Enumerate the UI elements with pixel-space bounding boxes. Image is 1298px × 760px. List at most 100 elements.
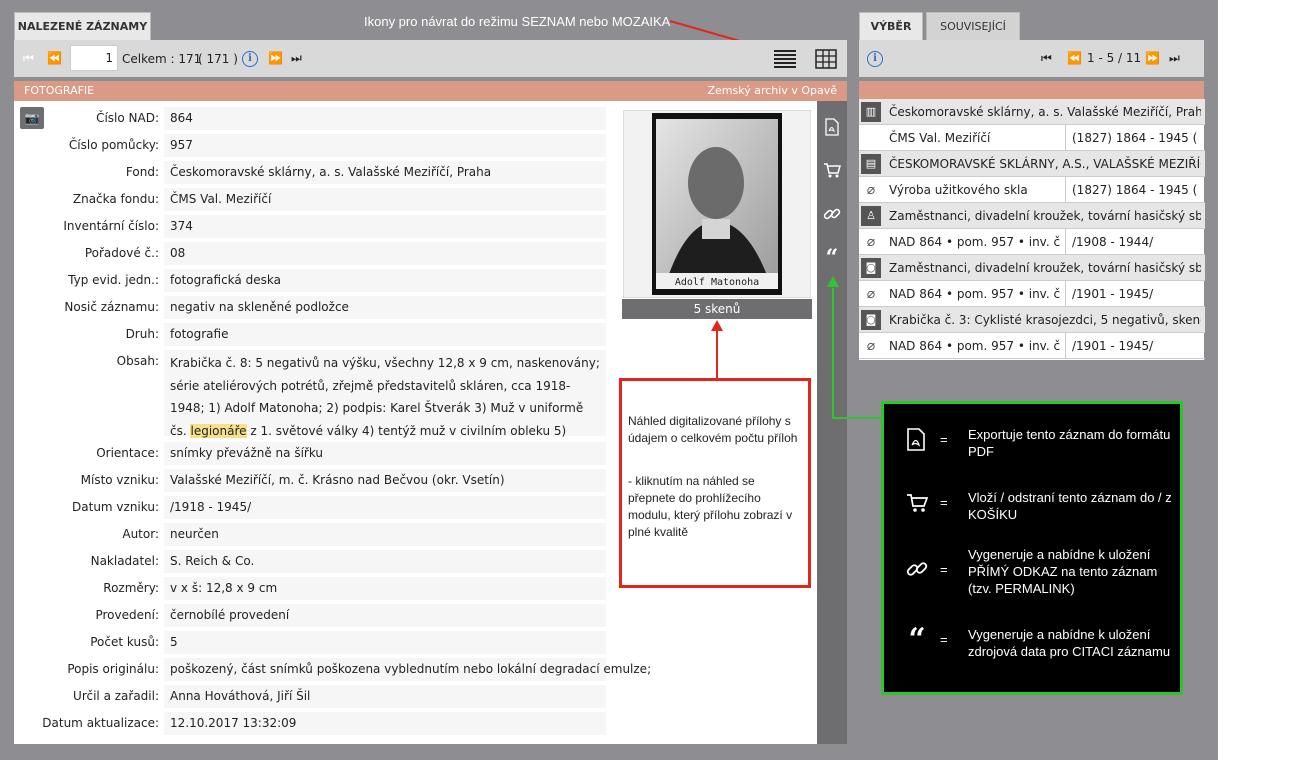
portrait-photo[interactable]: Adolf Matonoha: [624, 111, 810, 297]
related-record-date: (1827) 1864 - 1945 (1...: [1065, 177, 1197, 202]
person-icon: ♙: [861, 206, 881, 226]
field-label: Provedení:: [95, 608, 159, 622]
record-fields: Číslo NAD: 864 Číslo pomůcky: 957 Fond: Česko…: [14, 101, 651, 744]
field-value: ČMS Val. Meziříčí: [164, 188, 606, 211]
next-page-icon[interactable]: ⏩: [268, 48, 283, 68]
related-record-row[interactable]: ◙ Zaměstnanci, divadelní kroužek, tovární…: [859, 255, 1205, 281]
field-value: 5: [164, 631, 606, 654]
related-record-row[interactable]: ▥ Českomoravské sklárny, a. s. Valašské M…: [859, 99, 1205, 125]
legend-equals: =: [940, 632, 948, 647]
field-label: Nakladatel:: [90, 554, 159, 568]
total-count: ( 171 ): [198, 52, 238, 66]
legend-text-pdf: Exportuje tento záznam do formátu PDF: [968, 427, 1171, 459]
related-record-row[interactable]: ⌀ NAD 864 • pom. 957 • inv. č. ... /1901 -…: [859, 333, 1205, 359]
tab-souvisejici[interactable]: SOUVISEJÍCÍ: [926, 12, 1020, 40]
prev-page-icon[interactable]: ⏪: [47, 48, 62, 68]
grid-view-icon[interactable]: [815, 49, 837, 69]
legend-equals: =: [940, 432, 948, 447]
related-record-title: Zaměstnanci, divadelní kroužek, tovární …: [889, 261, 1201, 275]
field-label: Určil a zařadil:: [73, 689, 159, 703]
pdf-icon[interactable]: [824, 118, 854, 136]
field-label: Rozměry:: [103, 581, 159, 595]
field-value: Českomoravské sklárny, a. s. Valašské Me…: [164, 161, 606, 184]
field-value: fotografická deska: [164, 269, 606, 292]
link-icon[interactable]: [823, 205, 853, 223]
obsah-value: Krabička č. 8: 5 negativů na výšku, všec…: [164, 350, 606, 460]
tab-nalezene-zaznamy[interactable]: NALEZENÉ ZÁZNAMY: [14, 12, 151, 40]
related-record-title: Českomoravské sklárny, a. s. Valašské Me…: [889, 105, 1201, 119]
related-record-date: /1901 - 1945/: [1065, 281, 1197, 306]
field-label: Počet kusů:: [90, 635, 159, 649]
first-page-icon[interactable]: ⏮: [23, 48, 34, 68]
related-record-row[interactable]: ČMS Val. Meziříčí (1827) 1864 - 1945 (1..…: [859, 125, 1205, 151]
field-label: Druh:: [125, 327, 159, 341]
page-number-input[interactable]: 1: [70, 45, 118, 71]
field-value: snímky převážně na šířku: [164, 442, 606, 465]
related-record-title: ČESKOMORAVSKÉ SKLÁRNY, A.S., VALAŠSKÉ ME…: [889, 157, 1201, 171]
paperclip-icon: ⌀: [866, 286, 876, 302]
field-value: v x š: 12,8 x 9 cm: [164, 577, 606, 600]
field-label: Číslo NAD:: [96, 111, 159, 125]
annotation-thumbnail-text-1: Náhled digitalizované přílohy s údajem o…: [628, 414, 798, 445]
field-value: 08: [164, 242, 606, 265]
camera-icon: ◙: [861, 258, 881, 278]
result-range: 1 - 5 / 11: [1087, 51, 1142, 65]
related-record-row[interactable]: ◙ Krabička č. 3: Cyklisté krasojezdci, 5 …: [859, 307, 1205, 333]
annotation-actions-legend: = Exportuje tento záznam do formátu PDF …: [881, 401, 1183, 695]
legend-text-quote: Vygeneruje a nabídne k uložení zdrojová …: [968, 627, 1171, 659]
related-record-row[interactable]: ⌀ NAD 864 • pom. 957 • inv. č. ... /1908 -…: [859, 229, 1205, 255]
related-record-title: NAD 864 • pom. 957 • inv. č. ...: [889, 287, 1061, 301]
related-record-row[interactable]: ▤ ČESKOMORAVSKÉ SKLÁRNY, A.S., VALAŠSKÉ M…: [859, 151, 1205, 177]
legend-equals: =: [940, 562, 948, 577]
field-value: 864: [164, 107, 606, 130]
quote-icon: “: [908, 622, 926, 657]
right-toolbar: i ⏮ ⏪ 1 - 5 / 11 ⏩ ⏭: [859, 40, 1204, 77]
related-record-title: Výroba užitkového skla: [889, 183, 1028, 197]
related-record-title: NAD 864 • pom. 957 • inv. č. ...: [889, 339, 1061, 353]
field-label: Orientace:: [96, 446, 159, 460]
field-label: Popis originálu:: [67, 662, 159, 676]
cart-icon[interactable]: [823, 162, 853, 178]
prev-page-icon[interactable]: ⏪: [1067, 48, 1082, 68]
field-label: Typ evid. jedn.:: [68, 273, 159, 287]
related-record-row[interactable]: ♙ Zaměstnanci, divadelní kroužek, tovární…: [859, 203, 1205, 229]
legend-text-link: Vygeneruje a nabídne k uložení PŘÍMÝ ODK…: [968, 547, 1158, 596]
list-view-icon[interactable]: [774, 49, 796, 69]
attachment-thumbnail[interactable]: Adolf Matonoha: [623, 110, 811, 298]
field-label: Číslo pomůcky:: [68, 138, 159, 152]
related-record-row[interactable]: ⌀ Výroba užitkového skla (1827) 1864 - 194…: [859, 177, 1205, 203]
field-value: poškozený, část snímků poškozena vybledn…: [164, 658, 651, 681]
last-page-icon[interactable]: ⏭: [1169, 48, 1180, 68]
field-value: Anna Hováthová, Jiří Šil: [164, 685, 606, 708]
tab-vyber[interactable]: VÝBĚR: [859, 12, 923, 40]
field-label: Datum vzniku:: [72, 500, 159, 514]
record-header-bar: FOTOGRAFIE Zemský archiv v Opavě: [14, 81, 847, 101]
fond-icon: ▥: [861, 102, 881, 122]
next-page-icon[interactable]: ⏩: [1145, 48, 1160, 68]
annotation-thumbnail-text-2: - kliknutím na náhled se přepnete do pro…: [628, 474, 793, 539]
document-icon: ▤: [861, 154, 881, 174]
info-icon[interactable]: i: [867, 51, 883, 67]
field-label: Místo vzniku:: [80, 473, 159, 487]
quote-icon[interactable]: “: [817, 245, 847, 271]
paperclip-icon: ⌀: [866, 234, 876, 250]
related-record-date: /1901 - 1945/: [1065, 333, 1197, 358]
right-section-bar: [859, 81, 1204, 99]
field-value: neurčen: [164, 523, 606, 546]
scan-count-caption[interactable]: 5 skenů: [622, 299, 812, 319]
info-icon[interactable]: i: [242, 51, 258, 67]
field-value: S. Reich & Co.: [164, 550, 606, 573]
last-page-icon[interactable]: ⏭: [291, 48, 302, 68]
annotation-thumbnail-note: Náhled digitalizované přílohy s údajem o…: [619, 378, 811, 588]
related-record-row[interactable]: ⌀ NAD 864 • pom. 957 • inv. č. ... /1901 -…: [859, 281, 1205, 307]
archive-name: Zemský archiv v Opavě: [707, 84, 837, 97]
related-record-title: NAD 864 • pom. 957 • inv. č. ...: [889, 235, 1061, 249]
field-value: fotografie: [164, 323, 606, 346]
related-records-list: ▥ Českomoravské sklárny, a. s. Valašské M…: [859, 99, 1205, 360]
legend-text-cart: Vloží / odstraní tento záznam do / z KOŠ…: [968, 490, 1172, 522]
total-label: Celkem : 171: [122, 52, 202, 66]
first-page-icon[interactable]: ⏮: [1041, 48, 1052, 68]
record-type-label: FOTOGRAFIE: [24, 84, 95, 97]
obsah-label: Obsah:: [116, 354, 159, 368]
related-record-title: Zaměstnanci, divadelní kroužek, tovární …: [889, 209, 1201, 223]
